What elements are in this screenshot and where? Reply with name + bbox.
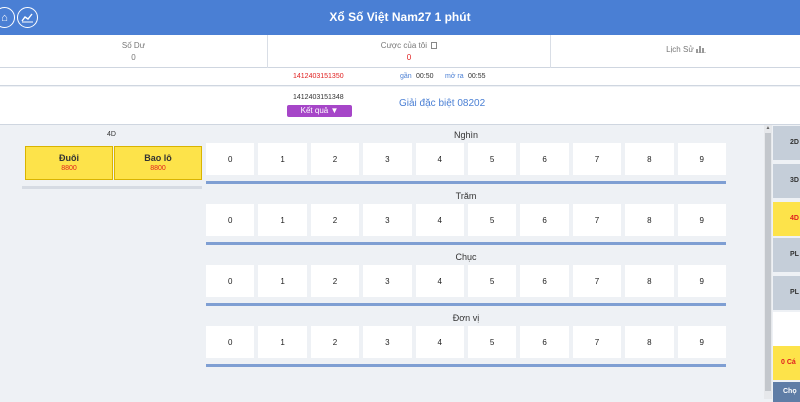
- bet-type-panel: 4D Đuôi 8800 Bao lô 8800: [20, 128, 203, 189]
- group-divider: [206, 303, 726, 306]
- digit-button[interactable]: 8: [625, 326, 674, 358]
- selected-count: 0 Cá: [773, 346, 800, 380]
- digit-button[interactable]: 1: [258, 265, 307, 297]
- digit-button[interactable]: 7: [572, 204, 622, 236]
- option-name: Bao lô: [144, 153, 172, 163]
- option-odds: 8800: [61, 165, 77, 172]
- option-name: Đuôi: [59, 153, 79, 163]
- digit-button[interactable]: 1: [258, 204, 307, 236]
- balance-cell: Số Dư 0: [0, 35, 267, 68]
- side-tab-2d[interactable]: 2D: [773, 126, 800, 160]
- digit-button[interactable]: 3: [363, 326, 412, 358]
- digit-button[interactable]: 1: [258, 326, 307, 358]
- option-bao-lo-button[interactable]: Bao lô 8800: [114, 146, 202, 180]
- close-label: gần: [400, 73, 412, 80]
- digit-button[interactable]: 4: [415, 326, 464, 358]
- group-title: Chục: [455, 252, 477, 262]
- digit-group-hundreds: Trăm 0 1 2 3 4 5 6 7 8 9: [206, 188, 726, 245]
- scrollbar[interactable]: ▲: [764, 125, 772, 399]
- side-tab-3d[interactable]: 3D: [773, 164, 800, 198]
- digit-button[interactable]: 0: [206, 204, 255, 236]
- side-tabs: 2D 3D 4D PL PL 0 Cá Chọ: [773, 125, 800, 402]
- open-time: 00:55: [468, 73, 486, 80]
- result-button[interactable]: Kết quả ▼: [287, 105, 352, 117]
- history-cell[interactable]: Lịch Sử: [551, 35, 800, 68]
- digit-button[interactable]: 5: [467, 326, 517, 358]
- digit-group-tens: Chục 0 1 2 3 4 5 6 7 8 9: [206, 249, 726, 306]
- digit-button[interactable]: 8: [625, 143, 674, 175]
- balance-value: 0: [131, 53, 136, 62]
- digit-button[interactable]: 6: [520, 326, 569, 358]
- scrollbar-thumb[interactable]: [765, 133, 771, 391]
- my-bets-cell[interactable]: Cược của tôi 0: [268, 35, 550, 68]
- group-title: Trăm: [455, 191, 477, 201]
- top-bar: ⌂ Xổ Số Việt Nam27 1 phút: [0, 0, 800, 35]
- digit-button[interactable]: 3: [363, 143, 412, 175]
- digit-button[interactable]: 6: [520, 204, 569, 236]
- group-title: Nghìn: [453, 130, 479, 140]
- option-odds: 8800: [150, 165, 166, 172]
- digit-button[interactable]: 9: [677, 265, 726, 297]
- digit-button[interactable]: 4: [415, 265, 464, 297]
- digit-button[interactable]: 4: [415, 204, 464, 236]
- digit-button[interactable]: 0: [206, 265, 255, 297]
- digit-button[interactable]: 0: [206, 143, 255, 175]
- timer-bar: 1412403151350 gần 00:50 mở ra 00:55: [0, 68, 800, 86]
- divider: [22, 186, 202, 189]
- summary-bar: Số Dư 0 Cược của tôi 0 Lịch Sử: [0, 35, 800, 68]
- digit-group-units: Đơn vị 0 1 2 3 4 5 6 7 8 9: [206, 310, 726, 367]
- group-title: Đơn vị: [452, 313, 480, 323]
- digit-button[interactable]: 3: [363, 265, 412, 297]
- side-tab-empty: [773, 312, 800, 346]
- digit-button[interactable]: 0: [206, 326, 255, 358]
- digit-button[interactable]: 9: [677, 326, 726, 358]
- scroll-up-icon[interactable]: ▲: [764, 125, 772, 131]
- digit-button[interactable]: 1: [258, 143, 307, 175]
- side-tab-pl-2[interactable]: PL: [773, 276, 800, 310]
- digit-button[interactable]: 9: [677, 204, 726, 236]
- digit-button[interactable]: 5: [467, 204, 517, 236]
- digit-button[interactable]: 6: [520, 143, 569, 175]
- digit-button[interactable]: 2: [310, 204, 360, 236]
- digit-button[interactable]: 8: [625, 265, 674, 297]
- open-label: mở ra: [445, 73, 464, 80]
- special-prize: Giải đặc biệt 08202: [399, 98, 486, 109]
- mode-label: 4D: [107, 131, 116, 138]
- group-divider: [206, 181, 726, 184]
- digit-button[interactable]: 2: [310, 265, 360, 297]
- digit-button[interactable]: 2: [310, 143, 360, 175]
- previous-period: 1412403151348: [293, 94, 344, 101]
- side-tab-4d[interactable]: 4D: [773, 202, 800, 236]
- digit-button[interactable]: 7: [572, 143, 622, 175]
- result-bar: 1412403151348 Kết quả ▼ Giải đặc biệt 08…: [0, 87, 800, 125]
- close-time: 00:50: [416, 73, 434, 80]
- history-label: Lịch Sử: [666, 45, 694, 54]
- digit-button[interactable]: 3: [363, 204, 412, 236]
- digit-group-thousands: Nghìn 0 1 2 3 4 5 6 7 8 9: [206, 127, 726, 184]
- digit-button[interactable]: 4: [415, 143, 464, 175]
- digit-button[interactable]: 8: [625, 204, 674, 236]
- digit-button[interactable]: 5: [467, 143, 517, 175]
- group-divider: [206, 242, 726, 245]
- digit-button[interactable]: 7: [572, 326, 622, 358]
- digit-button[interactable]: 6: [520, 265, 569, 297]
- page-title: Xổ Số Việt Nam27 1 phút: [329, 10, 471, 24]
- balance-label: Số Dư: [121, 41, 146, 50]
- bar-chart-icon: [695, 45, 706, 55]
- digit-button[interactable]: 5: [467, 265, 517, 297]
- choose-button[interactable]: Chọ: [773, 382, 800, 402]
- side-tab-pl-1[interactable]: PL: [773, 238, 800, 272]
- group-divider: [206, 364, 726, 367]
- current-period: 1412403151350: [293, 73, 344, 80]
- my-bets-value: 0: [406, 53, 412, 62]
- my-bets-label: Cược của tôi: [380, 41, 427, 50]
- digit-button[interactable]: 7: [572, 265, 622, 297]
- option-duoi-button[interactable]: Đuôi 8800: [25, 146, 113, 180]
- digit-button[interactable]: 2: [310, 326, 360, 358]
- clipboard-icon: [431, 42, 438, 49]
- digit-button[interactable]: 9: [677, 143, 726, 175]
